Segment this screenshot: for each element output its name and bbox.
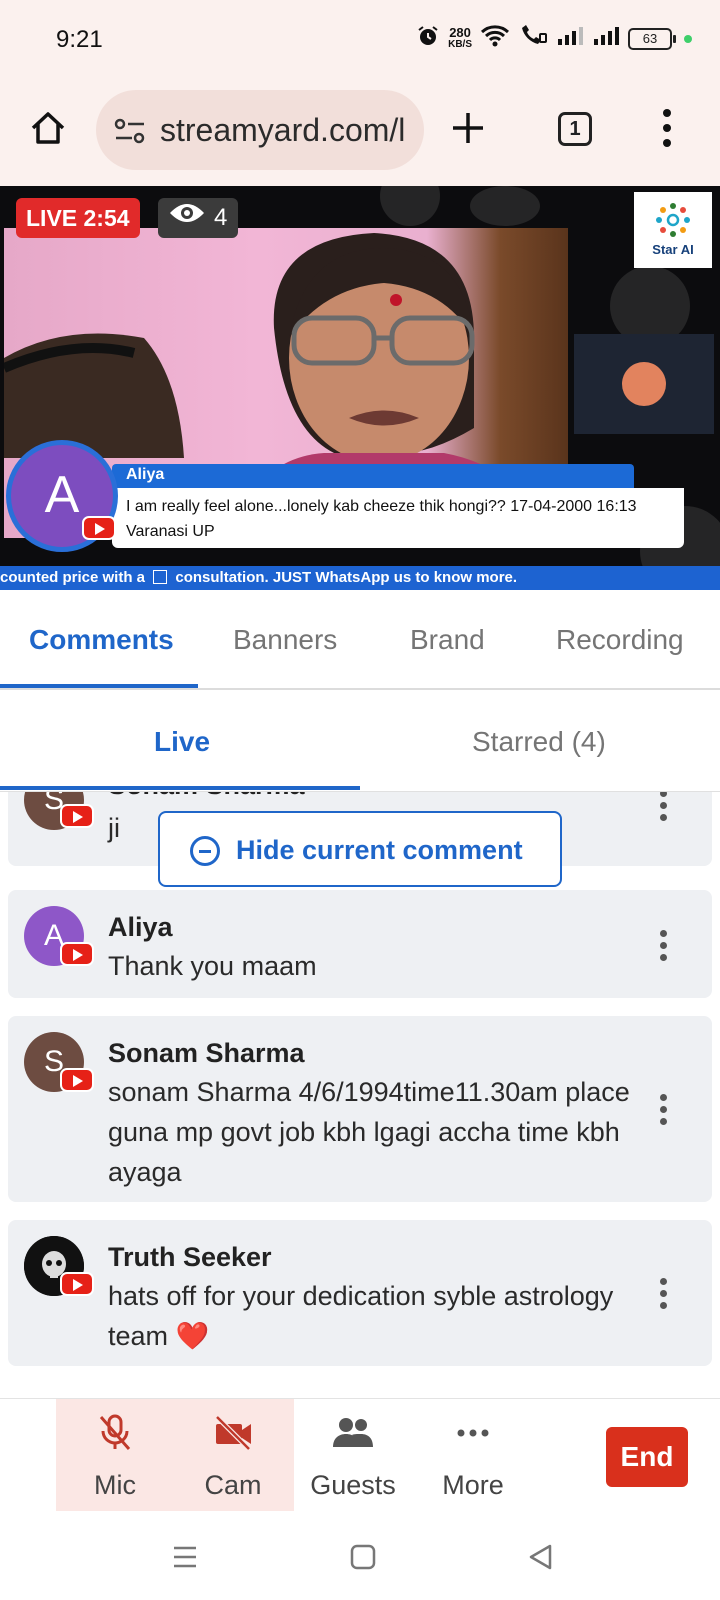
- comment-card[interactable]: S Sonam Sharma sonam Sharma 4/6/1994time…: [8, 1016, 712, 1202]
- url-text: streamyard.com/l: [160, 112, 406, 148]
- free-icon: [153, 570, 168, 584]
- privacy-dot-icon: [684, 34, 692, 43]
- brand-logo: Star AI: [634, 192, 712, 268]
- commenter-name: Aliya: [108, 912, 173, 942]
- speed-unit: KB/S: [448, 38, 472, 50]
- overlay-comment: I am really feel alone...lonely kab chee…: [112, 488, 684, 548]
- signal-icon: [556, 25, 584, 52]
- viewer-count: 4: [214, 204, 228, 231]
- mic-label: Mic: [94, 1470, 136, 1500]
- youtube-icon: [60, 1272, 94, 1296]
- browser-toolbar: streamyard.com/l 1: [0, 82, 720, 186]
- youtube-icon: [60, 942, 94, 966]
- brand-logo-text: Star AI: [652, 242, 694, 257]
- camera-off-icon: [213, 1415, 253, 1459]
- overlay-comment-text: I am really feel alone...lonely kab chee…: [126, 498, 637, 540]
- overlay-name-bar: Aliya: [112, 464, 634, 490]
- battery-indicator: 63: [628, 27, 676, 50]
- cam-label: Cam: [204, 1470, 262, 1500]
- hide-current-comment-button[interactable]: Hide current comment: [158, 811, 562, 887]
- more-label: More: [442, 1470, 504, 1500]
- more-options-icon[interactable]: [660, 1278, 668, 1314]
- address-bar[interactable]: streamyard.com/l: [96, 90, 424, 170]
- ticker-text-start: counted price with a: [0, 569, 146, 586]
- minus-circle-icon: [190, 836, 220, 866]
- status-icons: 280 KB/S 63: [416, 24, 692, 53]
- site-settings-icon[interactable]: [114, 118, 146, 149]
- tab-switcher-button[interactable]: 1: [558, 112, 592, 146]
- wifi-icon: [480, 24, 510, 53]
- subtab-starred[interactable]: Starred (4): [472, 726, 606, 758]
- network-speed: 280 KB/S: [448, 24, 472, 51]
- comment-card[interactable]: A Aliya Thank you maam: [8, 890, 712, 998]
- ticker-banner: counted price with a consultation. JUST …: [0, 566, 720, 590]
- tab-comments[interactable]: Comments: [29, 624, 174, 656]
- end-stream-button[interactable]: End: [606, 1427, 688, 1487]
- commenter-name: Sonam Sharma: [108, 792, 305, 801]
- star-ai-logo-icon: [656, 203, 690, 237]
- more-options-icon[interactable]: [660, 1094, 668, 1130]
- status-time: 9:21: [56, 26, 103, 53]
- recents-icon[interactable]: [170, 1542, 200, 1577]
- new-tab-icon[interactable]: [450, 110, 486, 151]
- mic-toggle-button[interactable]: Mic: [60, 1413, 170, 1501]
- eye-icon: [168, 198, 206, 238]
- subtab-indicator: [0, 786, 360, 790]
- home-icon[interactable]: [28, 108, 68, 153]
- more-options-icon[interactable]: [660, 930, 668, 966]
- browser-menu-icon[interactable]: [662, 108, 672, 153]
- signal-icon-2: [592, 25, 620, 52]
- ticker-text-end: consultation. JUST WhatsApp us to know m…: [175, 569, 518, 586]
- status-bar: 9:21 280 KB/S 63: [0, 0, 720, 82]
- comment-card[interactable]: Truth Seeker hats off for your dedicatio…: [8, 1220, 712, 1366]
- mic-off-icon: [97, 1414, 133, 1459]
- stream-preview: LIVE 2:54 4 Star AI Aliya I am really fe…: [0, 186, 720, 566]
- speed-value: 280: [449, 24, 471, 40]
- more-button[interactable]: More: [418, 1413, 528, 1501]
- background-bubble: [470, 186, 540, 226]
- back-icon[interactable]: [526, 1542, 556, 1577]
- comment-text: hats off for your dedication syble astro…: [108, 1281, 614, 1351]
- commenter-name: Truth Seeker: [108, 1242, 272, 1272]
- subtab-live[interactable]: Live: [154, 726, 210, 758]
- live-timer-badge: LIVE 2:54: [16, 198, 140, 238]
- commenter-name: Sonam Sharma: [108, 1038, 305, 1068]
- studio-controls: Mic Cam Guests More End: [0, 1398, 720, 1516]
- alarm-icon: [416, 24, 440, 53]
- more-dots-icon: [453, 1429, 493, 1459]
- people-icon: [331, 1418, 375, 1459]
- hide-current-comment-label: Hide current comment: [236, 835, 523, 865]
- youtube-icon: [82, 516, 116, 540]
- studio-tabs: Comments Banners Brand Recording: [0, 590, 720, 690]
- tab-brand[interactable]: Brand: [410, 624, 485, 656]
- youtube-icon: [60, 1068, 94, 1092]
- comment-text: Thank you maam: [108, 951, 317, 981]
- youtube-icon: [60, 804, 94, 828]
- system-navigation-bar: [0, 1516, 720, 1600]
- tab-indicator: [0, 684, 198, 688]
- tab-recording[interactable]: Recording: [556, 624, 684, 656]
- comment-text: sonam Sharma 4/6/1994time11.30am place g…: [108, 1077, 630, 1187]
- background-bubble: [380, 186, 440, 226]
- home-button-icon[interactable]: [348, 1542, 378, 1577]
- cam-toggle-button[interactable]: Cam: [178, 1413, 288, 1501]
- guest-avatar: [622, 362, 666, 406]
- wifi-calling-icon: [518, 24, 548, 53]
- overlay-commenter-name: Aliya: [126, 466, 165, 483]
- viewer-count-badge: 4: [158, 198, 238, 238]
- comment-subtabs: Live Starred (4): [0, 690, 720, 792]
- guests-button[interactable]: Guests: [298, 1413, 408, 1501]
- tab-banners[interactable]: Banners: [233, 624, 337, 656]
- guest-tile: [574, 334, 714, 434]
- guests-label: Guests: [310, 1470, 396, 1500]
- more-options-icon[interactable]: [660, 792, 668, 826]
